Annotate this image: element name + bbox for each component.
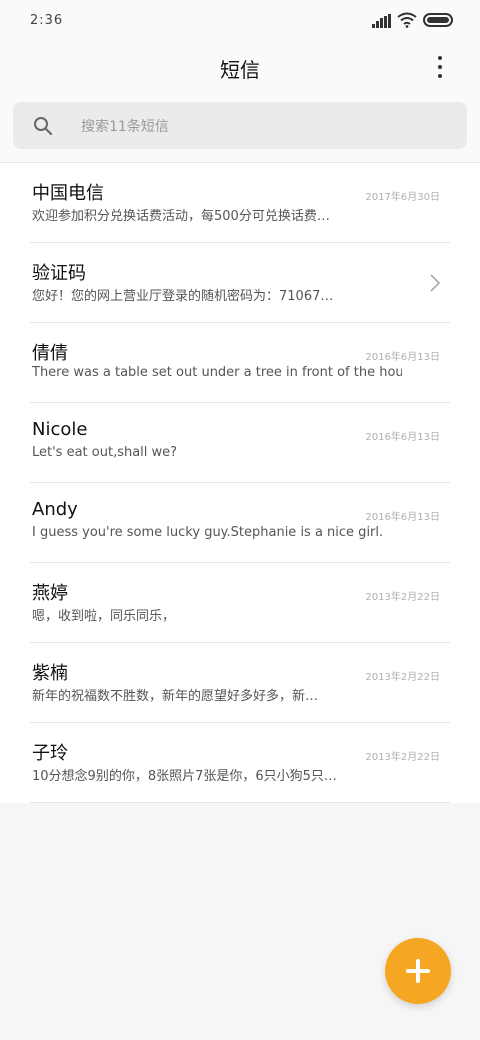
message-item[interactable]: 子玲 2013年2月22日 10分想念9别的你，8张照片7张是你，6只小狗5只…	[30, 723, 450, 803]
message-preview: 10分想念9别的你，8张照片7张是你，6只小狗5只…	[32, 769, 337, 784]
message-list: 中国电信 2017年6月30日 欢迎参加积分兑换话费活动，每500分可兑换话费……	[0, 162, 480, 803]
message-date: 2013年2月22日	[365, 752, 440, 763]
message-sender: Andy	[32, 499, 78, 520]
top-area: 2:36 短信 搜索11条短信	[0, 0, 480, 162]
message-date: 2013年2月22日	[365, 592, 440, 603]
compose-button[interactable]	[385, 938, 451, 1004]
message-date: 2017年6月30日	[365, 192, 440, 203]
wifi-icon	[397, 12, 417, 28]
message-preview: I guess you're some lucky guy.Stephanie …	[32, 525, 384, 540]
message-preview: 您好！您的网上营业厅登录的随机密码为：71067…	[32, 289, 334, 304]
message-sender: 燕婷	[32, 583, 68, 604]
message-preview: 新年的祝福数不胜数，新年的愿望好多好多，新…	[32, 689, 319, 704]
message-item[interactable]: 中国电信 2017年6月30日 欢迎参加积分兑换话费活动，每500分可兑换话费…	[30, 163, 450, 243]
search-bar[interactable]: 搜索11条短信	[13, 102, 467, 149]
message-preview: 嗯，收到啦，同乐同乐，	[32, 609, 176, 624]
status-bar: 2:36	[0, 0, 480, 40]
battery-icon	[423, 13, 453, 27]
search-icon	[34, 117, 53, 136]
search-placeholder: 搜索11条短信	[81, 119, 169, 135]
message-item[interactable]: Andy 2016年6月13日 I guess you're some luck…	[30, 483, 450, 563]
message-preview: There was a table set out under a tree i…	[32, 365, 402, 380]
message-item[interactable]: 倩倩 2016年6月13日 There was a table set out …	[30, 323, 450, 403]
message-sender: 紫楠	[32, 663, 68, 684]
message-sender: 子玲	[32, 743, 68, 764]
message-date: 2016年6月13日	[365, 432, 440, 443]
message-preview: Let's eat out,shall we?	[32, 445, 178, 460]
message-sender: 倩倩	[32, 343, 68, 364]
message-item[interactable]: Nicole 2016年6月13日 Let's eat out,shall we…	[30, 403, 450, 483]
message-item[interactable]: 紫楠 2013年2月22日 新年的祝福数不胜数，新年的愿望好多好多，新…	[30, 643, 450, 723]
message-date: 2016年6月13日	[365, 352, 440, 363]
signal-icon	[372, 14, 391, 28]
message-date: 2016年6月13日	[365, 512, 440, 523]
message-sender: Nicole	[32, 419, 88, 440]
page-title: 短信	[220, 58, 260, 82]
message-preview: 欢迎参加积分兑换话费活动，每500分可兑换话费…	[32, 209, 330, 224]
status-time: 2:36	[30, 13, 64, 28]
message-sender: 验证码	[32, 263, 86, 284]
chevron-right-icon	[430, 274, 441, 292]
message-sender: 中国电信	[32, 183, 104, 204]
more-vertical-icon[interactable]	[426, 52, 454, 82]
message-date: 2013年2月22日	[365, 672, 440, 683]
message-item[interactable]: 验证码 您好！您的网上营业厅登录的随机密码为：71067…	[30, 243, 450, 323]
message-item[interactable]: 燕婷 2013年2月22日 嗯，收到啦，同乐同乐，	[30, 563, 450, 643]
